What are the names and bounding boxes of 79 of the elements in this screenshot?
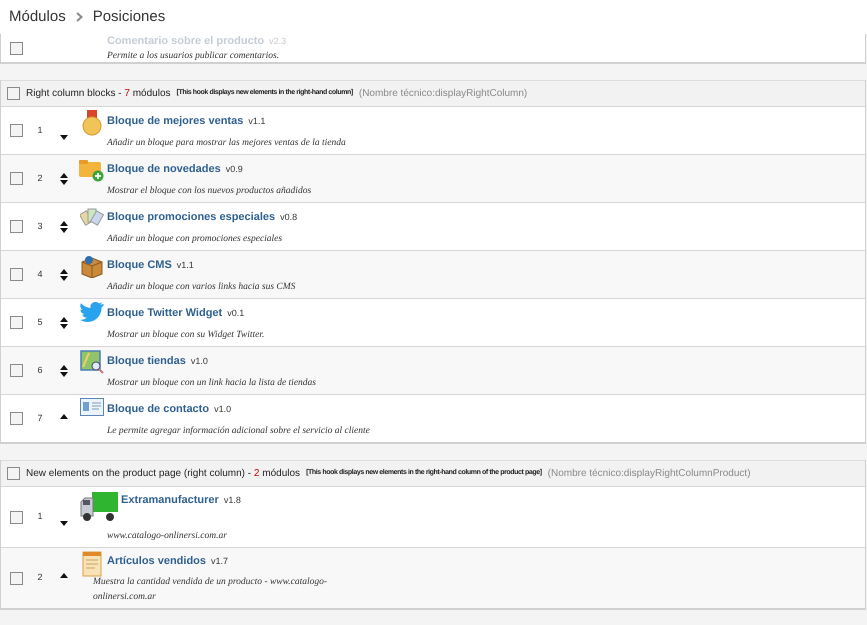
move-down-icon[interactable] <box>60 372 68 376</box>
move-down-icon[interactable] <box>60 180 68 184</box>
truck-icon <box>80 490 118 522</box>
move-down-icon[interactable] <box>60 228 68 232</box>
module-description: Mostrar el bloque con los nuevos productos añadidos <box>107 184 312 198</box>
color-swatches-icon <box>80 206 104 228</box>
move-down-icon[interactable] <box>60 324 68 328</box>
module-version: v0.8 <box>280 211 298 224</box>
position-number: 4 <box>37 268 42 281</box>
medal-icon <box>81 110 103 136</box>
checkbox[interactable] <box>10 220 23 233</box>
breadcrumb-item[interactable]: Módulos <box>9 6 66 28</box>
checkbox[interactable] <box>7 467 20 480</box>
module-version: v1.0 <box>214 403 232 416</box>
module-description: Mostrar un bloque con un link hacia la lista de tiendas <box>107 376 316 390</box>
box-icon <box>80 254 104 278</box>
module-description: Muestra la cantidad vendida de un producto - www.catalogo-onlinersi.com.ar <box>93 576 328 604</box>
document-icon <box>82 551 102 577</box>
checkbox[interactable] <box>10 572 23 584</box>
module-name[interactable]: Bloque tiendas <box>107 353 186 370</box>
module-version: v0.1 <box>227 307 244 320</box>
move-up-icon[interactable] <box>60 414 68 418</box>
section-title: Right column blocks - 7 módulos <box>26 87 171 101</box>
module-description: Añadir un bloque con promociones especiales <box>107 232 284 246</box>
move-down-icon[interactable] <box>60 134 68 140</box>
module-name[interactable]: Artículos vendidos <box>107 553 206 570</box>
module-name[interactable]: Bloque de mejores ventas <box>107 113 244 130</box>
technical-name: (Nombre técnico:displayRightColumn) <box>358 87 528 101</box>
checkbox[interactable] <box>10 412 23 425</box>
checkbox[interactable] <box>10 316 23 329</box>
module-version: v1.8 <box>224 494 241 507</box>
folder-plus-icon <box>79 158 105 182</box>
checkbox[interactable] <box>10 364 23 377</box>
module-description: www.catalogo-onlinersi.com.ar <box>107 530 228 543</box>
move-down-icon[interactable] <box>60 521 68 526</box>
move-down-icon[interactable] <box>60 276 68 280</box>
checkbox[interactable] <box>10 124 23 137</box>
checkbox[interactable] <box>10 172 23 185</box>
move-up-icon[interactable] <box>60 364 68 370</box>
position-number: 6 <box>37 364 42 377</box>
module-name[interactable]: Bloque de contacto <box>107 401 210 418</box>
position-number: 1 <box>37 510 42 524</box>
checkbox[interactable] <box>10 42 23 54</box>
bird-icon <box>80 302 104 322</box>
module-version: v1.1 <box>176 259 194 272</box>
position-number: 1 <box>37 124 42 137</box>
breadcrumb-item: Posiciones <box>92 6 166 27</box>
module-version: v0.9 <box>226 163 243 176</box>
move-up-icon[interactable] <box>60 316 68 322</box>
module-description: Añadir un bloque con varios links hacia sus CMS <box>107 280 296 294</box>
module-name[interactable]: Bloque CMS <box>107 257 172 274</box>
move-up-icon[interactable] <box>60 573 68 578</box>
move-up-icon[interactable] <box>60 268 68 274</box>
module-version: v1.7 <box>211 555 228 568</box>
chevron-right-icon <box>76 12 83 22</box>
technical-name: (Nombre técnico:displayRightColumnProduct) <box>548 467 751 481</box>
module-name[interactable]: Bloque de novedades <box>107 161 221 178</box>
module-name[interactable]: Bloque Twitter Widget <box>107 305 222 322</box>
position-number: 7 <box>37 412 42 425</box>
map-search-icon <box>80 350 104 374</box>
module-description: Le permite agregar información adicional sobre el servicio al cliente <box>107 424 370 438</box>
position-number: 5 <box>37 316 42 329</box>
checkbox[interactable] <box>10 510 23 524</box>
module-version: v1.0 <box>190 355 208 368</box>
position-number: 2 <box>37 571 42 584</box>
checkbox[interactable] <box>7 87 20 100</box>
module-description: Mostrar un bloque con su Widget Twitter. <box>107 328 264 342</box>
module-description: Permite a los usuarios publicar comentarios. <box>107 50 280 64</box>
section-title: New elements on the product page (right column) - 2 módulos <box>26 467 300 481</box>
module-description: Añadir un bloque para mostrar las mejores ventas de la tienda <box>107 136 346 150</box>
checkbox[interactable] <box>10 268 23 281</box>
position-number: 3 <box>37 220 42 233</box>
module-name[interactable]: Bloque promociones especiales <box>107 209 276 226</box>
move-up-icon[interactable] <box>60 172 68 178</box>
position-number: 2 <box>37 172 42 185</box>
move-up-icon[interactable] <box>60 220 68 226</box>
contact-card-icon <box>80 398 104 416</box>
module-version: v1.1 <box>248 115 266 128</box>
module-name[interactable]: Extramanufacturer <box>121 492 219 508</box>
